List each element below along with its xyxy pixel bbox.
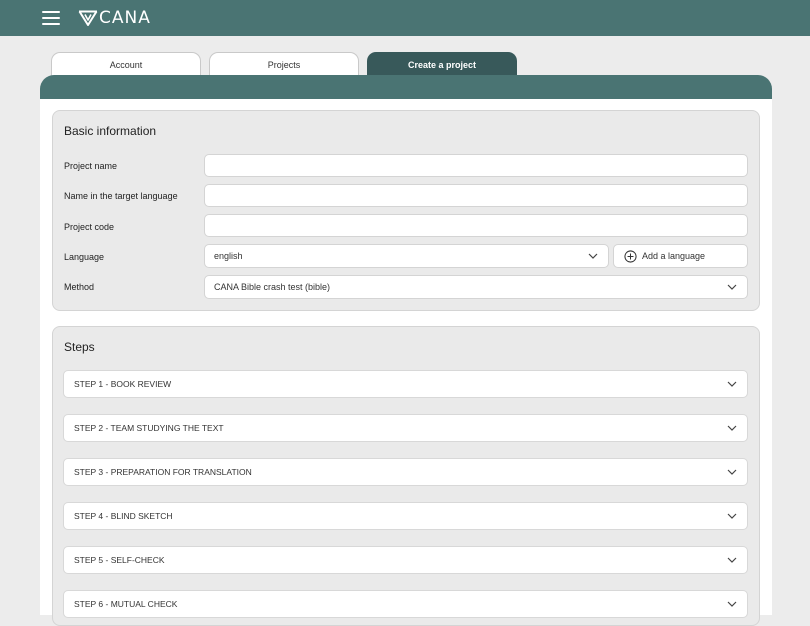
content-header-bar <box>40 75 772 99</box>
method-select[interactable]: CANA Bible crash test (bible) <box>204 275 748 299</box>
tab-account[interactable]: Account <box>51 52 201 76</box>
project-code-input[interactable] <box>204 214 748 237</box>
tab-create-project[interactable]: Create a project <box>367 52 517 76</box>
tab-projects[interactable]: Projects <box>209 52 359 76</box>
step-label: STEP 1 - BOOK REVIEW <box>74 379 172 389</box>
step-item-3[interactable]: STEP 3 - PREPARATION FOR TRANSLATION <box>63 458 748 486</box>
plus-circle-icon <box>624 249 637 263</box>
basic-information-title: Basic information <box>64 124 157 138</box>
step-label: STEP 3 - PREPARATION FOR TRANSLATION <box>74 467 252 477</box>
step-item-4[interactable]: STEP 4 - BLIND SKETCH <box>63 502 748 530</box>
step-item-2[interactable]: STEP 2 - TEAM STUDYING THE TEXT <box>63 414 748 442</box>
hamburger-menu-icon[interactable] <box>42 11 60 25</box>
logo-text: CANA <box>99 8 151 28</box>
project-code-label: Project code <box>64 222 115 232</box>
target-language-name-label: Name in the target language <box>64 191 178 201</box>
chevron-down-icon <box>727 425 737 431</box>
chevron-down-icon <box>727 381 737 387</box>
project-name-input[interactable] <box>204 154 748 177</box>
language-label: Language <box>64 252 105 262</box>
method-label: Method <box>64 282 95 292</box>
step-label: STEP 2 - TEAM STUDYING THE TEXT <box>74 423 224 433</box>
chevron-down-icon <box>727 513 737 519</box>
add-language-button[interactable]: Add a language <box>613 244 748 268</box>
step-label: STEP 4 - BLIND SKETCH <box>74 511 173 521</box>
step-item-6[interactable]: STEP 6 - MUTUAL CHECK <box>63 590 748 618</box>
chevron-down-icon <box>727 601 737 607</box>
step-label: STEP 5 - SELF-CHECK <box>74 555 165 565</box>
chevron-down-icon <box>727 557 737 563</box>
target-language-name-input[interactable] <box>204 184 748 207</box>
method-select-value: CANA Bible crash test (bible) <box>214 282 331 292</box>
app-logo[interactable]: CANA <box>78 9 151 27</box>
top-bar: CANA <box>0 0 810 36</box>
v-triangle-logo-icon <box>78 10 98 26</box>
language-select-value: english <box>214 251 243 261</box>
chevron-down-icon <box>727 469 737 475</box>
add-language-label: Add a language <box>642 251 706 261</box>
chevron-down-icon <box>727 284 737 290</box>
step-item-1[interactable]: STEP 1 - BOOK REVIEW <box>63 370 748 398</box>
language-select[interactable]: english <box>204 244 609 268</box>
project-name-label: Project name <box>64 161 118 171</box>
chevron-down-icon <box>588 253 598 259</box>
step-item-5[interactable]: STEP 5 - SELF-CHECK <box>63 546 748 574</box>
steps-title: Steps <box>64 340 95 354</box>
